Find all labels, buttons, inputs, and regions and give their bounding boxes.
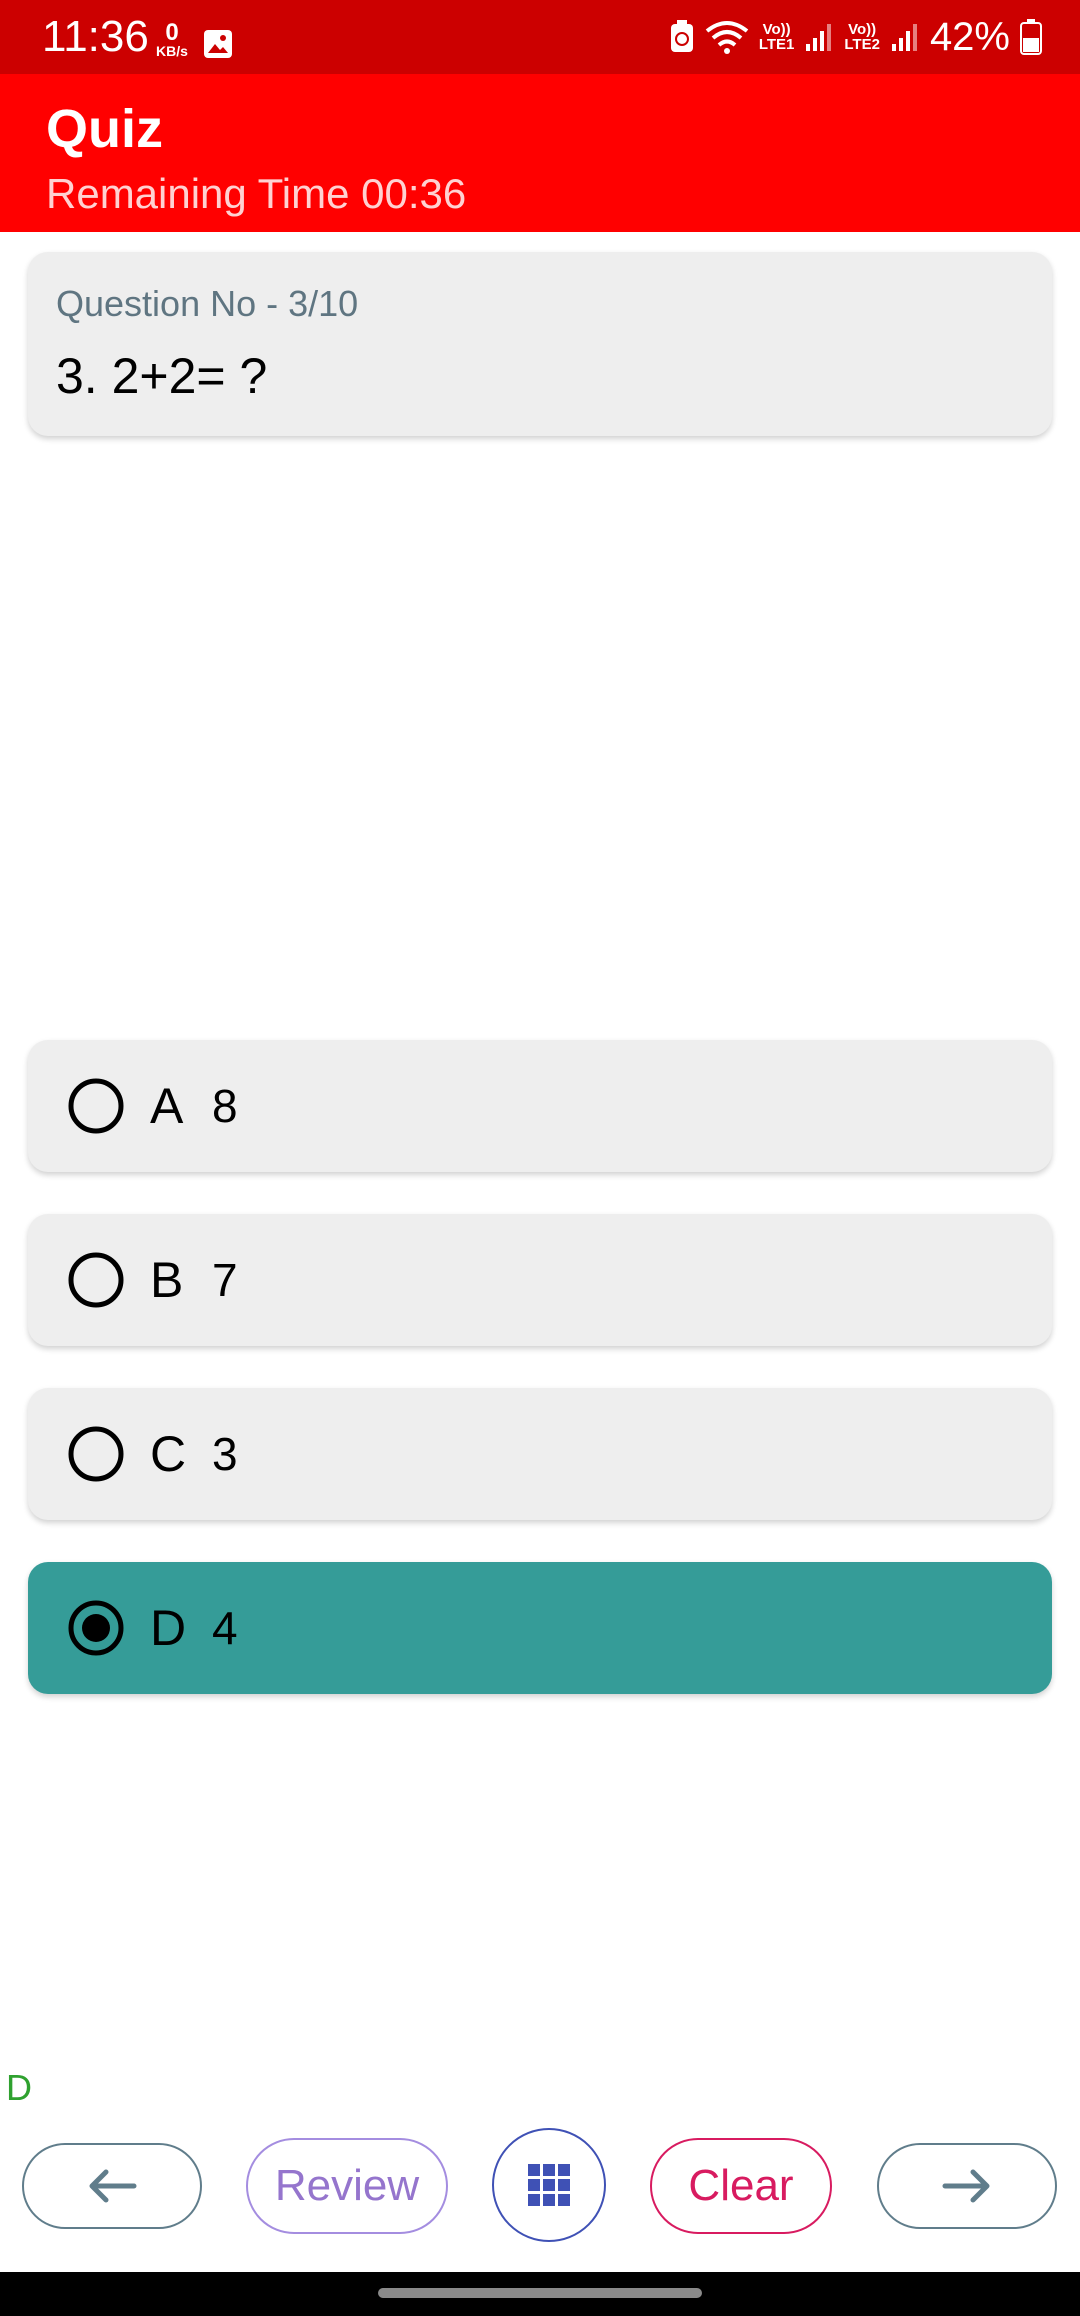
network-speed: 0 KB/s xyxy=(150,19,194,59)
option-a[interactable]: A 8 xyxy=(28,1040,1052,1172)
question-text: 3. 2+2= ? xyxy=(56,348,268,404)
radio-checked-icon[interactable] xyxy=(68,1600,124,1656)
radio-unchecked-icon[interactable] xyxy=(68,1078,124,1134)
page-title: Quiz xyxy=(46,99,163,159)
network-speed-value: 0 xyxy=(165,19,179,46)
battery-icon xyxy=(1020,19,1042,55)
option-letter: B xyxy=(150,1252,184,1308)
sim2-network-label: Vo)) LTE2 xyxy=(844,21,880,53)
option-b[interactable]: B 7 xyxy=(28,1214,1052,1346)
option-value: 4 xyxy=(212,1602,238,1654)
arrow-left-icon xyxy=(89,2169,137,2203)
option-letter: D xyxy=(150,1600,187,1656)
grid-icon xyxy=(528,2164,570,2206)
radio-unchecked-icon[interactable] xyxy=(68,1426,124,1482)
review-button[interactable]: Review xyxy=(246,2138,448,2234)
option-letter: C xyxy=(150,1426,187,1482)
question-grid-button[interactable] xyxy=(492,2128,606,2242)
question-card: Question No - 3/10 3. 2+2= ? xyxy=(28,252,1052,436)
sim1-network-label: Vo)) LTE1 xyxy=(758,21,795,53)
signal-icon xyxy=(891,24,917,51)
previous-button[interactable] xyxy=(22,2143,202,2229)
clear-button[interactable]: Clear xyxy=(650,2138,832,2234)
option-value: 7 xyxy=(212,1254,238,1306)
option-value: 8 xyxy=(212,1080,238,1132)
option-c[interactable]: C 3 xyxy=(28,1388,1052,1520)
selected-answer-label: D xyxy=(6,2067,32,2108)
battery-saver-icon xyxy=(670,20,693,52)
option-value: 3 xyxy=(212,1428,238,1480)
status-icons: Vo)) LTE1 Vo)) LTE2 42% xyxy=(669,14,1042,60)
option-letter: A xyxy=(150,1078,184,1134)
app-bar: Quiz Remaining Time 00:36 xyxy=(0,74,1080,232)
radio-unchecked-icon[interactable] xyxy=(68,1252,124,1308)
arrow-right-icon xyxy=(942,2169,990,2203)
signal-icon xyxy=(806,24,832,51)
home-indicator[interactable] xyxy=(378,2288,702,2298)
wifi-icon xyxy=(705,21,749,54)
battery-percent: 42% xyxy=(929,15,1010,59)
next-button[interactable] xyxy=(877,2143,1057,2229)
status-bar: 11:36 0 KB/s Vo)) LTE1 Vo)) LTE2 42% xyxy=(0,0,1080,74)
system-nav-bar xyxy=(0,2272,1080,2316)
option-d[interactable]: D 4 xyxy=(28,1562,1052,1694)
question-number: Question No - 3/10 xyxy=(56,283,359,324)
status-time: 11:36 xyxy=(42,12,149,61)
network-speed-unit: KB/s xyxy=(156,43,188,59)
gallery-icon xyxy=(204,30,232,58)
remaining-time: Remaining Time 00:36 xyxy=(46,170,467,217)
